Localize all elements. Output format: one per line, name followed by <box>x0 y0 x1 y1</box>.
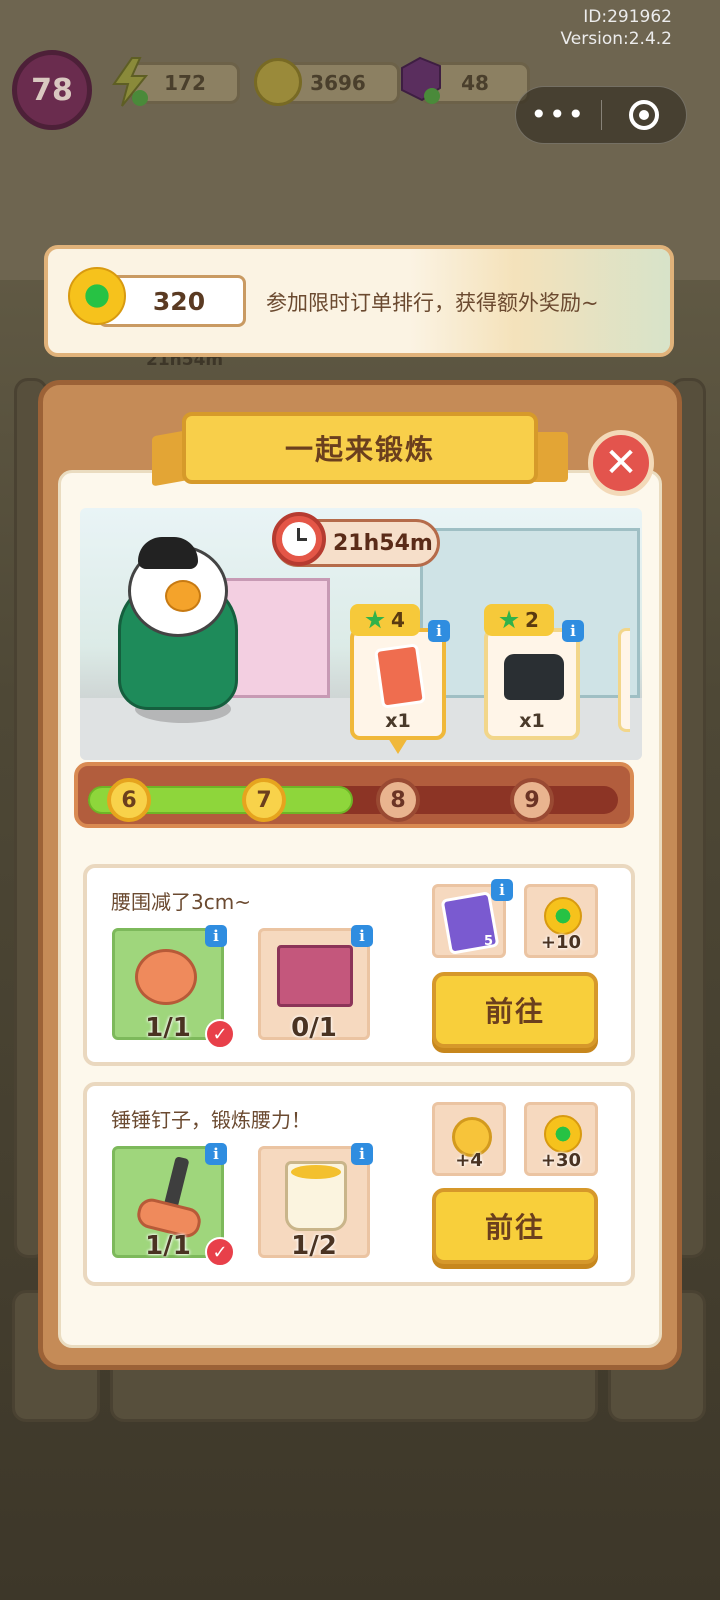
ranking-banner[interactable]: 320 参加限时订单排行，获得额外奖励~ <box>44 245 674 357</box>
banner-text: 参加限时订单排行，获得额外奖励~ <box>266 291 599 315</box>
reward-card[interactable]: 4 x1 i <box>350 604 450 740</box>
star-icon <box>365 610 385 629</box>
check-icon: ✓ <box>205 1019 235 1049</box>
duck-character-hair <box>138 537 198 569</box>
star-icon <box>499 610 519 629</box>
miniprogram-capsule: ••• <box>515 86 687 144</box>
reward-qty: x1 <box>385 710 411 732</box>
reward-card-peek <box>618 628 630 732</box>
event-timer-text: 21h54m <box>333 530 433 556</box>
info-icon[interactable]: i <box>205 1143 227 1165</box>
reward-points-tag: 4 <box>350 604 420 636</box>
info-icon[interactable]: i <box>491 879 513 901</box>
coin-value: 3696 <box>310 71 366 95</box>
task-reward[interactable]: 5 i <box>432 879 513 958</box>
clock-icon <box>272 512 326 566</box>
info-icon[interactable]: i <box>351 1143 373 1165</box>
reward-card[interactable]: 2 x1 i <box>484 604 584 740</box>
info-icon[interactable]: i <box>428 620 450 642</box>
more-dots-icon[interactable]: ••• <box>516 86 601 144</box>
task-reward[interactable]: +30 <box>524 1102 598 1176</box>
task-title: 锤锤钉子，锻炼腰力！ <box>111 1108 311 1132</box>
paint-bucket-paint <box>291 1165 341 1179</box>
coin-icon <box>254 58 302 106</box>
target-close-icon[interactable] <box>602 100 687 130</box>
stopwatch-icon <box>135 949 197 1005</box>
progress-level-node: 9 <box>510 778 554 822</box>
gem-icon <box>401 56 441 104</box>
flower-gem-icon <box>68 267 126 325</box>
close-button[interactable]: ✕ <box>588 430 654 496</box>
task-item[interactable]: 1/1 ✓ i <box>112 925 235 1049</box>
version-text: Version:2.4.2 <box>560 29 673 49</box>
reward-points: 4 <box>391 608 405 632</box>
close-icon: ✕ <box>604 440 638 486</box>
upgrade-card-icon <box>374 643 426 709</box>
progress-level-node: 6 <box>107 778 151 822</box>
info-icon[interactable]: i <box>205 925 227 947</box>
reward-points-tag: 2 <box>484 604 554 636</box>
brick-pallet-icon <box>277 945 353 1007</box>
task-reward[interactable]: +10 <box>524 884 598 958</box>
go-button[interactable]: 前往 <box>432 972 598 1048</box>
task-item-count: 1/2 <box>291 1231 337 1261</box>
task-item[interactable]: 0/1 i <box>258 925 373 1043</box>
task-reward-value: +30 <box>540 1150 582 1171</box>
gem-value: 48 <box>461 71 489 95</box>
user-id-text: ID:291962 <box>583 7 672 27</box>
energy-value: 172 <box>164 71 206 95</box>
system-info: ID:291962 Version:2.4.2 <box>561 6 673 50</box>
info-icon[interactable]: i <box>562 620 584 642</box>
progress-level-node: 8 <box>376 778 420 822</box>
reward-qty: x1 <box>519 710 545 732</box>
task-item-count: 0/1 <box>291 1013 337 1043</box>
reward-points: 2 <box>525 608 539 632</box>
flower-gem-icon <box>544 897 582 935</box>
task-item[interactable]: 1/2 i <box>258 1143 373 1261</box>
photo-cards-count: 5 <box>483 934 493 949</box>
task-reward[interactable]: +4 <box>432 1102 506 1176</box>
info-icon[interactable]: i <box>351 925 373 947</box>
check-icon: ✓ <box>205 1237 235 1267</box>
progress-level-node: 7 <box>242 778 286 822</box>
dialog-title: 一起来锻炼 <box>182 412 538 484</box>
task-reward-value: +4 <box>455 1150 483 1171</box>
player-level-badge[interactable]: 78 <box>12 50 92 130</box>
lightning-icon <box>112 57 149 107</box>
duck-character-beak <box>165 580 201 612</box>
task-title: 腰围减了3cm~ <box>111 890 251 914</box>
flower-gem-icon <box>544 1115 582 1153</box>
go-button[interactable]: 前往 <box>432 1188 598 1264</box>
black-bag-icon <box>504 654 564 700</box>
task-reward-value: +10 <box>540 932 582 953</box>
task-item[interactable]: 1/1 ✓ i <box>112 1143 235 1267</box>
